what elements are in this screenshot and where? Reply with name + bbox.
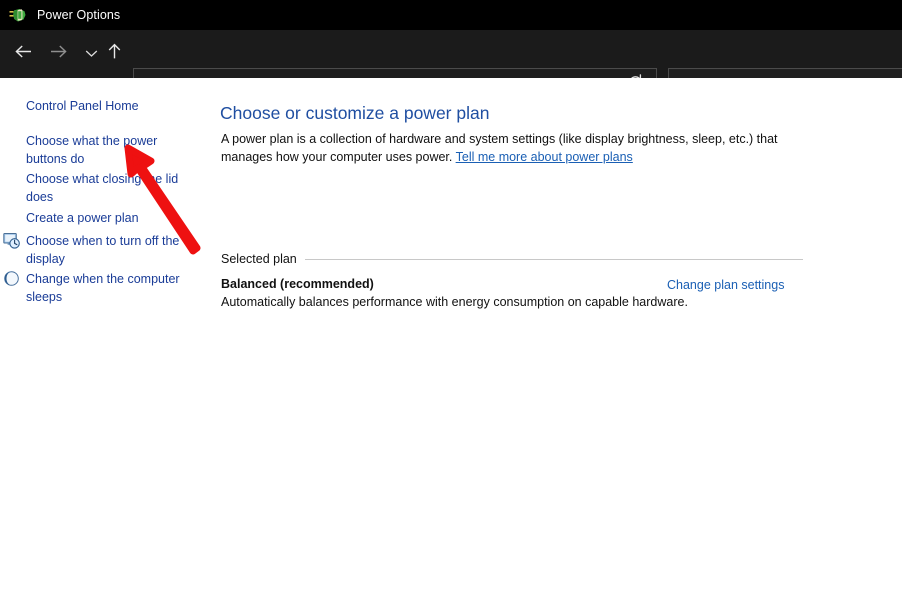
power-plug-icon (9, 7, 28, 24)
up-arrow-icon (107, 43, 122, 65)
sidebar-item-change-when-computer-sleeps[interactable]: Change when the computer sleeps (26, 270, 186, 306)
back-button[interactable] (8, 39, 38, 69)
plan-description: Automatically balances performance with … (221, 295, 688, 309)
group-divider (304, 258, 803, 260)
sidebar-item-choose-when-to-turn-off-display[interactable]: Choose when to turn off the display (26, 232, 186, 268)
sidebar-item-create-a-power-plan[interactable]: Create a power plan (26, 209, 186, 227)
window-title: Power Options (37, 8, 121, 22)
plan-name: Balanced (recommended) (221, 277, 374, 291)
sidebar: Control Panel Home Choose what the power… (0, 78, 206, 602)
page-description: A power plan is a collection of hardware… (221, 130, 807, 166)
sidebar-item-choose-what-closing-lid-does[interactable]: Choose what closing the lid does (26, 170, 186, 206)
forward-button[interactable] (43, 39, 73, 69)
chevron-down-icon (85, 45, 98, 63)
selected-plan-group-header: Selected plan (221, 252, 803, 266)
forward-arrow-icon (49, 44, 68, 64)
main-content: Choose or customize a power plan A power… (206, 78, 902, 602)
power-options-window: Power Options Control Panel Home Choose … (0, 0, 902, 602)
selected-plan-label: Selected plan (221, 252, 297, 266)
sidebar-item-control-panel-home[interactable]: Control Panel Home (26, 97, 186, 115)
up-button[interactable] (99, 39, 129, 69)
navigation-toolbar: › Control Panel › All Control Panel Item… (0, 30, 902, 101)
client-area: Control Panel Home Choose what the power… (0, 78, 902, 602)
page-title: Choose or customize a power plan (220, 103, 490, 123)
back-arrow-icon (14, 44, 33, 64)
title-bar: Power Options (0, 0, 902, 30)
sleep-moon-icon (3, 270, 20, 287)
display-clock-icon (3, 232, 20, 249)
tell-me-more-link[interactable]: Tell me more about power plans (456, 150, 633, 164)
change-plan-settings-link[interactable]: Change plan settings (667, 278, 784, 292)
sidebar-item-choose-what-power-buttons-do[interactable]: Choose what the power buttons do (26, 132, 186, 168)
